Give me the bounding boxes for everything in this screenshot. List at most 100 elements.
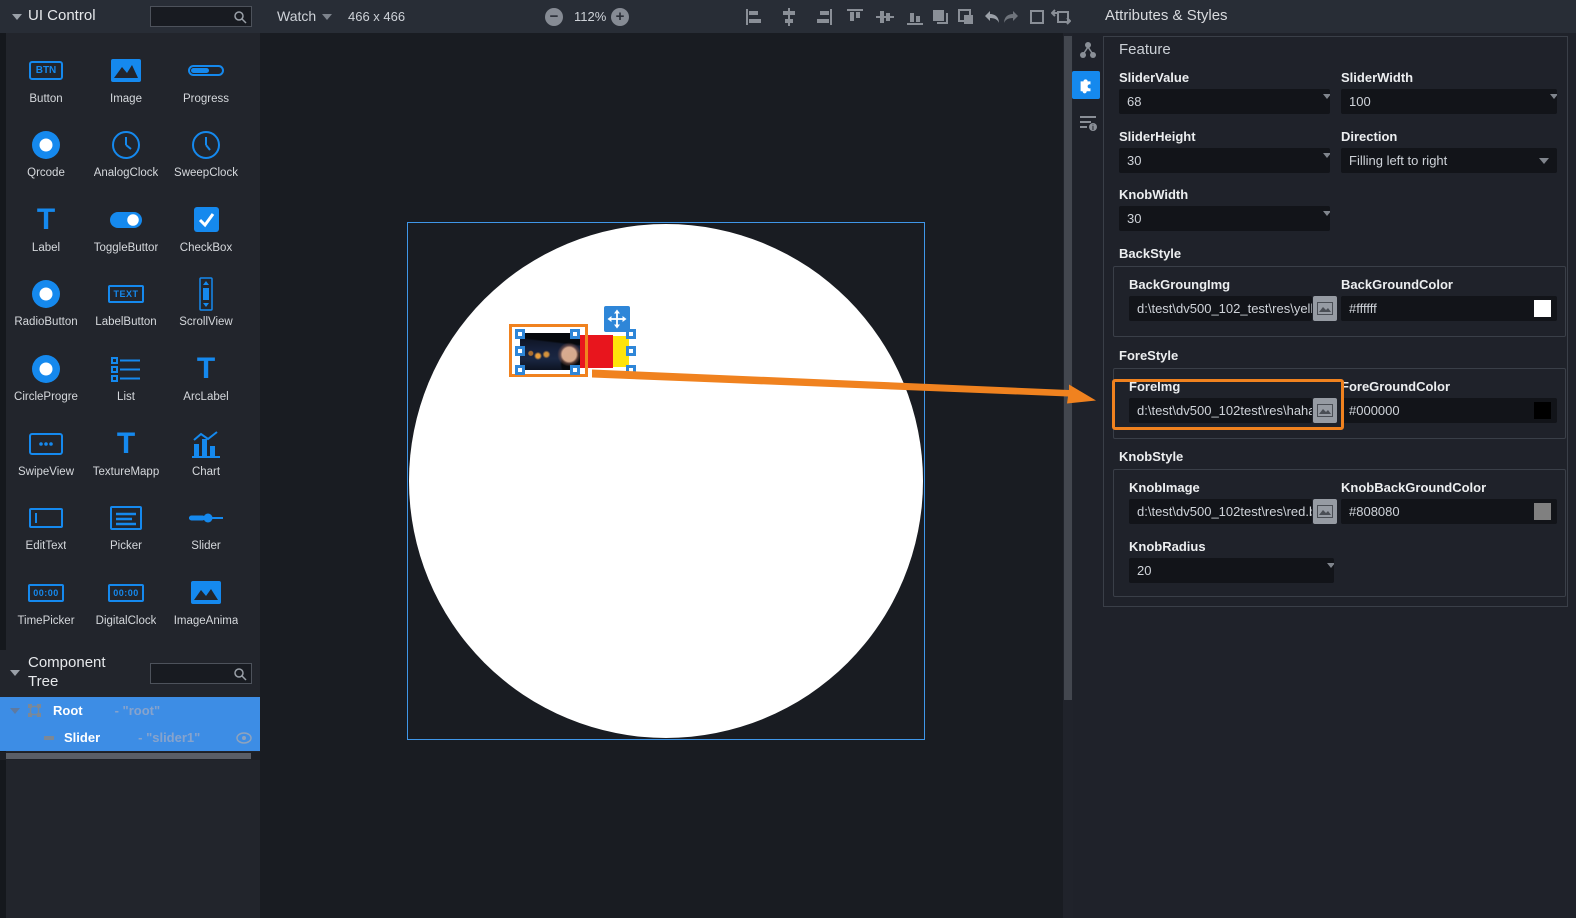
control-digitalclock[interactable]: 00:00DigitalClock	[86, 563, 166, 637]
chart-icon	[191, 425, 221, 463]
feature-tab-active[interactable]	[1072, 71, 1100, 99]
knob-style-title: KnobStyle	[1119, 449, 1183, 464]
resize-handle-n[interactable]	[570, 329, 580, 339]
align-right-icon[interactable]	[813, 6, 835, 28]
back-ground-img-input[interactable]: d:\test\dv500_102_test\res\yellow	[1129, 296, 1312, 321]
control-qrcode[interactable]: Qrcode	[6, 116, 86, 190]
control-label: ScrollView	[179, 316, 232, 328]
ui-control-search-input[interactable]	[150, 6, 252, 27]
resize-handle-sw[interactable]	[515, 365, 525, 375]
control-label[interactable]: TLabel	[6, 190, 86, 264]
knob-back-ground-color-input[interactable]: #808080	[1341, 499, 1557, 524]
control-scrollview[interactable]: ScrollView	[166, 265, 246, 339]
nodes-icon[interactable]	[1076, 38, 1100, 62]
control-imageanim[interactable]: ImageAnima	[166, 563, 246, 637]
component-tree-search-input[interactable]	[150, 663, 252, 684]
back-ground-color-input[interactable]: #ffffff	[1341, 296, 1557, 321]
visibility-eye-icon[interactable]	[236, 732, 252, 744]
spinner-icon[interactable]	[1319, 563, 1328, 583]
bring-forward-icon[interactable]	[929, 6, 951, 28]
control-progress[interactable]: Progress	[166, 41, 246, 115]
image-icon	[1317, 302, 1333, 315]
control-label: Progress	[183, 93, 229, 105]
device-chevron-down-icon[interactable]	[322, 14, 332, 20]
radiobutton-icon	[31, 275, 61, 313]
zoom-in-button[interactable]: +	[611, 8, 629, 26]
tree-hscrollbar-track[interactable]	[0, 752, 260, 760]
resize-handle-se[interactable]	[626, 365, 636, 375]
fore-img-input[interactable]: d:\test\dv500_102test\res\haha.b	[1129, 398, 1312, 423]
control-circleprogress[interactable]: CircleProgre	[6, 339, 86, 413]
control-swipeview[interactable]: SwipeView	[6, 414, 86, 488]
send-backward-icon[interactable]	[955, 6, 977, 28]
collapse-ui-control-icon[interactable]	[12, 14, 22, 20]
align-left-icon[interactable]	[743, 6, 765, 28]
control-edittext[interactable]: EditText	[6, 489, 86, 563]
control-picker[interactable]: Picker	[86, 489, 166, 563]
control-list[interactable]: List	[86, 339, 166, 413]
info-list-icon[interactable]: i	[1076, 110, 1100, 134]
slider-width-input[interactable]: 100	[1341, 89, 1557, 114]
resize-handle-s[interactable]	[570, 365, 580, 375]
control-checkbox[interactable]: CheckBox	[166, 190, 246, 264]
control-togglebutton[interactable]: ToggleButtor	[86, 190, 166, 264]
knob-image-input[interactable]: d:\test\dv500_102test\res\red.bir	[1129, 499, 1312, 524]
svg-text:i: i	[1092, 125, 1094, 132]
control-button[interactable]: BTNButton	[6, 41, 86, 115]
resize-handle-nw[interactable]	[515, 329, 525, 339]
knob-width-label: KnobWidth	[1119, 187, 1188, 202]
control-texturemap[interactable]: TTextureMapp	[86, 414, 166, 488]
togglebutton-icon	[109, 201, 143, 239]
control-analogclock[interactable]: AnalogClock	[86, 116, 166, 190]
swipeview-icon	[29, 425, 63, 463]
image-icon	[1317, 404, 1333, 417]
resize-handle-w[interactable]	[515, 346, 525, 356]
color-swatch[interactable]	[1534, 402, 1551, 419]
tree-row-slider[interactable]: Slider- "slider1"	[0, 724, 260, 751]
move-arrows-icon	[607, 309, 627, 329]
spinner-icon[interactable]	[1315, 211, 1324, 231]
image-icon	[110, 52, 142, 90]
move-component-button[interactable]	[604, 306, 630, 332]
align-center-horizontal-icon[interactable]	[778, 6, 800, 28]
knob-width-input[interactable]: 30	[1119, 206, 1330, 231]
control-sweepclock[interactable]: SweepClock	[166, 116, 246, 190]
collapse-tree-icon[interactable]	[10, 670, 20, 676]
control-label: Qrcode	[27, 167, 65, 179]
browse-image-button[interactable]	[1313, 398, 1337, 423]
tree-row-root[interactable]: Root- "root"	[0, 697, 260, 724]
spinner-icon[interactable]	[1315, 94, 1324, 114]
browse-image-button[interactable]	[1313, 499, 1337, 524]
control-slider[interactable]: Slider	[166, 489, 246, 563]
control-radiobutton[interactable]: RadioButton	[6, 265, 86, 339]
color-swatch[interactable]	[1534, 300, 1551, 317]
spinner-icon[interactable]	[1542, 94, 1551, 114]
control-chart[interactable]: Chart	[166, 414, 246, 488]
control-image[interactable]: Image	[86, 41, 166, 115]
expand-icon[interactable]	[10, 708, 20, 714]
marquee-select-icon[interactable]	[1026, 6, 1048, 28]
align-middle-vertical-icon[interactable]	[874, 6, 896, 28]
device-selector[interactable]: Watch	[277, 0, 316, 33]
align-top-icon[interactable]	[844, 6, 866, 28]
canvas-vscrollbar-thumb[interactable]	[1064, 36, 1072, 700]
control-label: Slider	[191, 540, 220, 552]
slider-icon	[188, 499, 224, 537]
color-swatch[interactable]	[1534, 503, 1551, 520]
resize-handle-e[interactable]	[626, 346, 636, 356]
direction-dropdown[interactable]: Filling left to right	[1341, 148, 1557, 173]
tree-hscrollbar-thumb[interactable]	[6, 753, 251, 759]
transform-icon[interactable]	[1050, 6, 1072, 28]
control-arclabel[interactable]: TArcLabel	[166, 339, 246, 413]
control-labelbutton[interactable]: TEXTLabelButton	[86, 265, 166, 339]
zoom-out-button[interactable]: −	[545, 8, 563, 26]
redo-icon[interactable]	[1000, 6, 1022, 28]
align-bottom-icon[interactable]	[904, 6, 926, 28]
browse-image-button[interactable]	[1313, 296, 1337, 321]
spinner-icon[interactable]	[1315, 153, 1324, 173]
fore-ground-color-input[interactable]: #000000	[1341, 398, 1557, 423]
slider-value-input[interactable]: 68	[1119, 89, 1330, 114]
knob-radius-input[interactable]: 20	[1129, 558, 1334, 583]
control-timepicker[interactable]: 00:00TimePicker	[6, 563, 86, 637]
slider-height-input[interactable]: 30	[1119, 148, 1330, 173]
